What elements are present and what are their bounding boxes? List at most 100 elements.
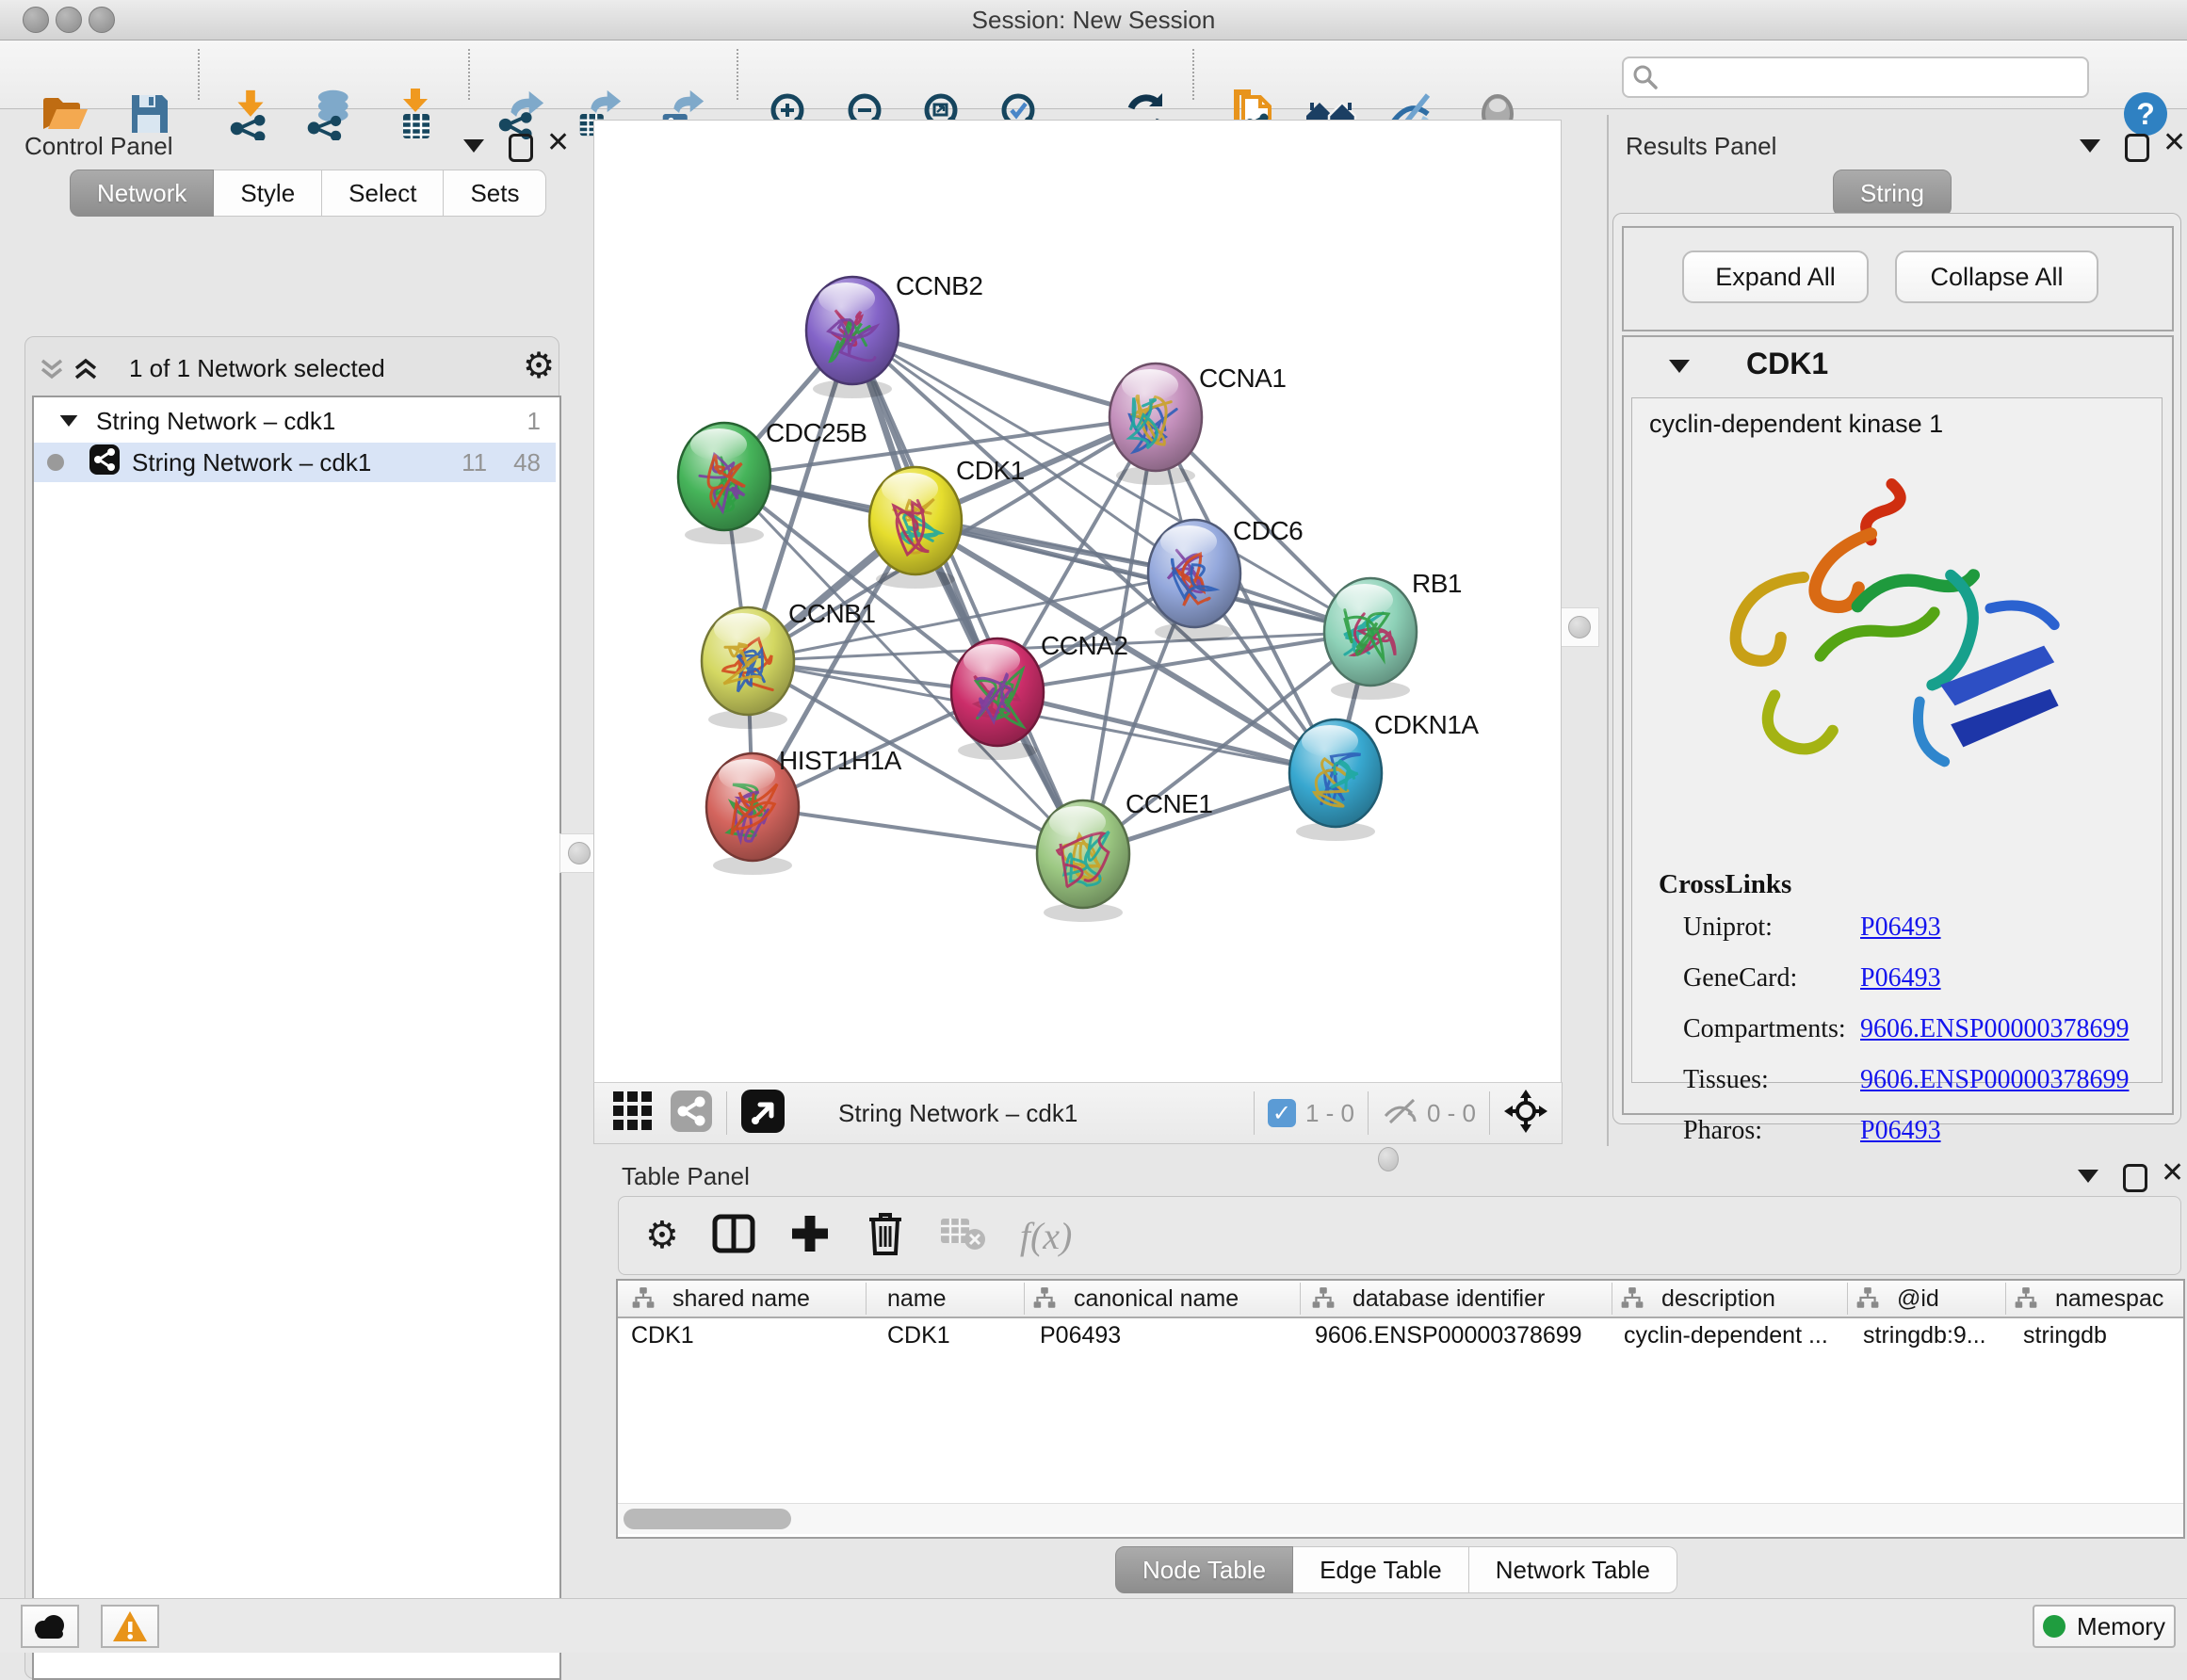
collection-count: 1	[527, 407, 541, 436]
crosslink-uniprot-link[interactable]: P06493	[1860, 913, 1941, 943]
svg-text:RB1: RB1	[1412, 569, 1462, 598]
crosslink-label: Compartments:	[1683, 1014, 1846, 1044]
tab-string[interactable]: String	[1833, 170, 1952, 217]
panel-menu-icon[interactable]	[2078, 1170, 2098, 1183]
toolbar-separator	[1192, 49, 1194, 100]
search-input[interactable]	[1667, 60, 2087, 94]
network-view-toolbar: String Network – cdk1 ✓ 1 - 0 0 - 0	[593, 1082, 1563, 1144]
results-panel-tabs: String	[1833, 170, 1952, 217]
network-edge-count: 48	[513, 448, 541, 477]
toolbar-separator	[737, 49, 738, 100]
tab-network[interactable]: Network	[70, 170, 214, 217]
toolbar-separator	[1368, 1091, 1369, 1135]
network-list: String Network – cdk1 1 String Network –…	[32, 396, 561, 1680]
panel-float-icon[interactable]	[509, 134, 533, 162]
collapse-all-button[interactable]: Collapse All	[1895, 250, 2098, 303]
crosslink-label: Tissues:	[1683, 1065, 1769, 1095]
collapse-all-chevron-icon[interactable]	[39, 358, 65, 387]
table-cell[interactable]: P06493	[1040, 1322, 1121, 1354]
panel-float-icon[interactable]	[2125, 134, 2149, 162]
hidden-eye-slash-icon	[1382, 1097, 1419, 1130]
crosslink-compartments-link[interactable]: 9606.ENSP00000378699	[1860, 1014, 2129, 1044]
network-options-gear-icon[interactable]: ⚙	[523, 345, 555, 386]
network-node-count: 11	[462, 448, 487, 477]
tab-select[interactable]: Select	[322, 170, 444, 217]
table-cell[interactable]: stringdb:9...	[1863, 1322, 1986, 1354]
node-table: shared name name canonical name database…	[616, 1279, 2185, 1539]
add-column-icon[interactable]	[788, 1212, 832, 1260]
gene-collapse-icon[interactable]	[1669, 360, 1690, 373]
window-titlebar: Session: New Session	[0, 0, 2187, 40]
column-header-id[interactable]: @id	[1855, 1281, 1939, 1317]
network-row-label: String Network – cdk1	[132, 448, 371, 477]
panel-menu-icon[interactable]	[463, 139, 484, 153]
application-window: Session: New Session	[0, 0, 2187, 1652]
table-cell[interactable]: cyclin-dependent ...	[1624, 1322, 1828, 1354]
column-header-description[interactable]: description	[1620, 1281, 1775, 1317]
delete-column-trash-icon[interactable]	[864, 1210, 907, 1262]
table-hscrollbar-thumb[interactable]	[624, 1509, 791, 1529]
table-hscrollbar-track[interactable]	[618, 1503, 2183, 1534]
open-in-window-icon[interactable]	[740, 1089, 786, 1139]
control-panel: Control Panel ✕ Network Style Select Set…	[6, 115, 563, 1570]
table-cell[interactable]: CDK1	[631, 1322, 694, 1354]
column-header-name[interactable]: name	[887, 1281, 947, 1317]
expand-all-button[interactable]: Expand All	[1682, 250, 1869, 303]
network-canvas[interactable]: CCNB2CCNA1CDC25BCDK1CDC6RB1CCNB1CCNA2CDK…	[593, 120, 1562, 1083]
selected-checkbox-icon[interactable]: ✓	[1268, 1099, 1296, 1127]
crosslink-label: GeneCard:	[1683, 963, 1797, 993]
svg-text:CDK1: CDK1	[956, 456, 1025, 485]
function-builder-icon: f(x)	[1020, 1214, 1073, 1258]
svg-text:CCNE1: CCNE1	[1126, 789, 1212, 818]
tab-network-table[interactable]: Network Table	[1469, 1546, 1677, 1593]
toolbar-separator	[1489, 1091, 1490, 1135]
panel-close-icon[interactable]: ✕	[2161, 1162, 2184, 1185]
tab-sets[interactable]: Sets	[444, 170, 546, 217]
table-toolbar: ⚙ f(x)	[618, 1196, 2181, 1275]
memory-button[interactable]: Memory	[2033, 1605, 2176, 1648]
column-header-canonical-name[interactable]: canonical name	[1032, 1281, 1239, 1317]
panel-close-icon[interactable]: ✕	[2163, 132, 2186, 154]
network-row-selected[interactable]: String Network – cdk1 11 48	[34, 443, 556, 482]
svg-text:CCNA2: CCNA2	[1041, 631, 1127, 660]
status-bar: Memory	[0, 1598, 2187, 1653]
show-columns-icon[interactable]	[711, 1211, 756, 1261]
panel-close-icon[interactable]: ✕	[546, 132, 570, 154]
column-header-database-identifier[interactable]: database identifier	[1311, 1281, 1545, 1317]
panel-menu-icon[interactable]	[2080, 139, 2100, 153]
network-collection-row[interactable]: String Network – cdk1 1	[34, 401, 556, 441]
grid-view-icon[interactable]	[611, 1090, 655, 1138]
warnings-button[interactable]	[101, 1605, 159, 1648]
crosslink-pharos-link[interactable]: P06493	[1860, 1116, 1941, 1146]
gene-name: CDK1	[1746, 347, 1828, 381]
tab-style[interactable]: Style	[214, 170, 322, 217]
results-panel-title: Results Panel	[1626, 132, 1776, 161]
control-panel-tabs: Network Style Select Sets	[70, 170, 546, 217]
table-cell[interactable]: CDK1	[887, 1322, 950, 1354]
birdseye-icon[interactable]	[1503, 1089, 1548, 1139]
crosslink-genecard-link[interactable]: P06493	[1860, 963, 1941, 993]
tab-edge-table[interactable]: Edge Table	[1293, 1546, 1469, 1593]
table-cell[interactable]: stringdb	[2023, 1322, 2107, 1354]
column-header-namespace[interactable]: namespac	[2014, 1281, 2163, 1317]
cloud-icon	[31, 1614, 69, 1640]
gene-details: cyclin-dependent kinase 1 CrossLinks	[1631, 397, 2163, 1083]
network-status-dot-icon	[47, 454, 64, 471]
panel-float-icon[interactable]	[2123, 1164, 2147, 1192]
collection-expand-icon[interactable]	[60, 415, 78, 427]
toolbar-separator	[726, 1091, 727, 1135]
expand-all-chevron-icon[interactable]	[73, 358, 99, 387]
column-header-shared-name[interactable]: shared name	[631, 1281, 810, 1317]
cloud-button[interactable]	[21, 1605, 79, 1648]
tab-node-table[interactable]: Node Table	[1115, 1546, 1293, 1593]
table-settings-gear-icon[interactable]: ⚙	[645, 1214, 679, 1257]
toolbar-separator	[1254, 1091, 1255, 1135]
string-network-gray-icon[interactable]	[670, 1090, 713, 1138]
hidden-counts: 0 - 0	[1427, 1099, 1476, 1128]
right-splitter-handle[interactable]	[1560, 607, 1599, 647]
delete-table-icon	[939, 1215, 986, 1257]
table-cell[interactable]: 9606.ENSP00000378699	[1315, 1322, 1582, 1354]
network-graph[interactable]: CCNB2CCNA1CDC25BCDK1CDC6RB1CCNB1CCNA2CDK…	[594, 121, 1561, 1082]
crosslink-tissues-link[interactable]: 9606.ENSP00000378699	[1860, 1065, 2129, 1095]
svg-text:CDKN1A: CDKN1A	[1374, 710, 1479, 739]
